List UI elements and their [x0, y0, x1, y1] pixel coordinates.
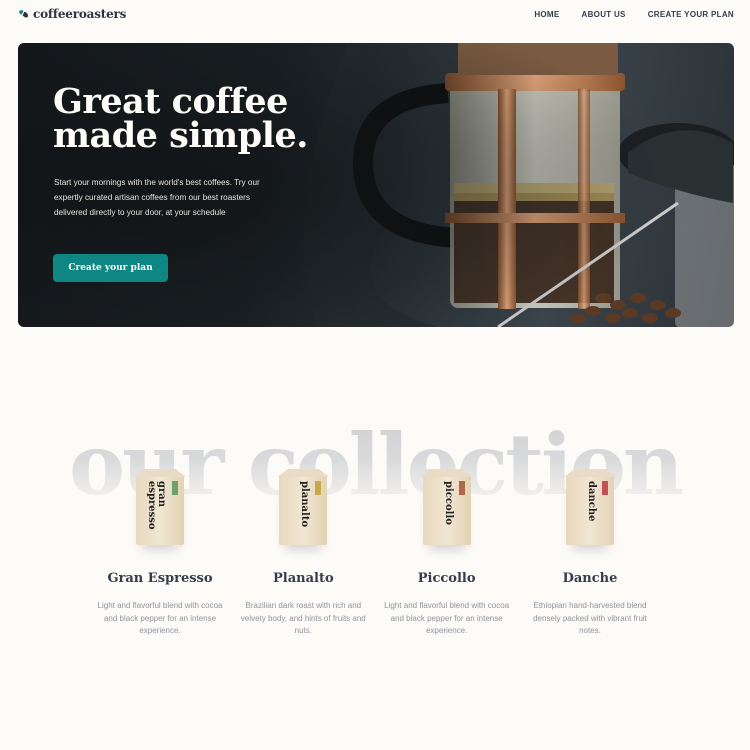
coffee-bag-image: gran espresso — [136, 475, 184, 545]
product-list: gran espresso Gran Espresso Light and fl… — [95, 475, 655, 638]
product-name: Gran Espresso — [107, 571, 213, 586]
nav-home-link[interactable]: HOME — [534, 10, 559, 19]
product-name: Danche — [562, 571, 618, 586]
collection-section: our collection gran espresso Gran Espres… — [0, 415, 750, 715]
bag-color-tag — [172, 481, 178, 495]
product-description: Brazilian dark roast with rich and velve… — [240, 601, 366, 635]
bag-label: piccollo — [442, 481, 454, 525]
create-plan-button[interactable]: Create your plan — [53, 254, 168, 282]
bag-label: danche — [585, 481, 597, 522]
product-card[interactable]: gran espresso Gran Espresso Light and fl… — [95, 475, 225, 638]
product-name: Piccollo — [417, 571, 476, 586]
product-description: Light and flavorful blend with cocoa and… — [97, 601, 223, 635]
product-card[interactable]: piccollo Piccollo Light and flavorful bl… — [382, 475, 512, 638]
coffee-bag-image: piccollo — [422, 475, 471, 545]
product-description: Ethiopian hand-harvested blend densely p… — [533, 601, 647, 635]
bag-color-tag — [601, 481, 608, 495]
coffee-bag-image: danche — [565, 475, 614, 545]
product-name: Planalto — [273, 571, 334, 586]
logo-text: coffeeroasters — [33, 7, 127, 21]
nav-about-link[interactable]: ABOUT US — [582, 10, 626, 19]
coffee-bag-image: planalto — [279, 475, 328, 545]
hero-title: Great coffee made simple. — [53, 84, 353, 156]
bag-color-tag — [315, 481, 322, 495]
coffee-bean-logo-icon — [18, 9, 29, 18]
bag-color-tag — [458, 481, 465, 495]
site-header: coffeeroasters HOME ABOUT US CREATE YOUR… — [0, 0, 750, 32]
nav-create-plan-link[interactable]: CREATE YOUR PLAN — [648, 10, 734, 19]
product-description: Light and flavorful blend with cocoa and… — [384, 601, 510, 635]
bag-label: planalto — [299, 481, 311, 528]
hero-banner: Great coffee made simple. Start your mor… — [18, 43, 734, 327]
product-card[interactable]: planalto Planalto Brazilian dark roast w… — [238, 475, 368, 638]
hero-title-line2: made simple. — [53, 115, 308, 156]
product-card[interactable]: danche Danche Ethiopian hand-harvested b… — [525, 475, 655, 638]
hero-description: Start your mornings with the world's bes… — [54, 178, 260, 217]
bag-label: gran espresso — [146, 481, 167, 530]
main-nav: HOME ABOUT US CREATE YOUR PLAN — [534, 10, 734, 19]
logo[interactable]: coffeeroasters — [18, 7, 126, 21]
